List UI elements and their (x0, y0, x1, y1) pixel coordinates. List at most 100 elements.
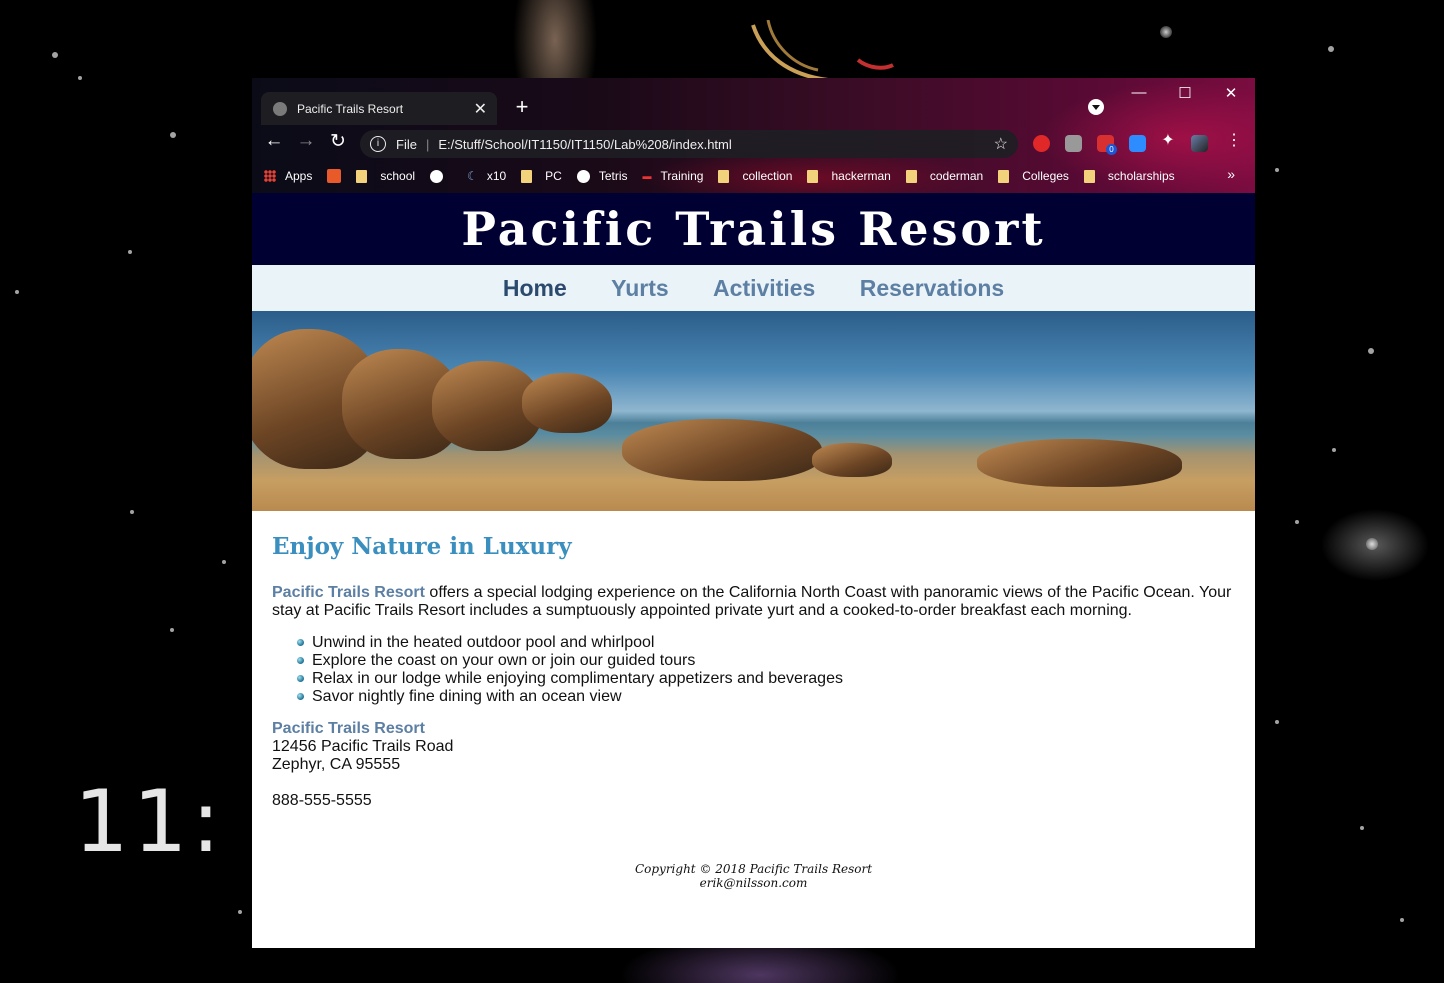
hero-image (252, 311, 1255, 511)
star (1368, 348, 1374, 354)
main-content: Enjoy Nature in Luxury Pacific Trails Re… (252, 511, 1255, 890)
star (52, 52, 58, 58)
bookmark-x10[interactable]: ☾ x10 (467, 169, 506, 183)
browser-chrome: Pacific Trails Resort ✕ + — ☐ ✕ ← → ↻ i … (252, 78, 1255, 193)
hero-rock (522, 373, 612, 433)
training-favicon-icon: ▬ (642, 171, 652, 181)
nav-reservations[interactable]: Reservations (860, 275, 1004, 301)
page-footer: Copyright © 2018 Pacific Trails Resort e… (272, 862, 1235, 890)
bookmark-training[interactable]: ▬ Training (643, 169, 704, 183)
folder-icon (521, 169, 533, 183)
profile-avatar[interactable] (1191, 135, 1208, 152)
bookmark-school[interactable]: school (356, 169, 415, 183)
folder-icon (718, 169, 730, 183)
moon-icon: ☾ (467, 169, 478, 183)
tab-search-icon[interactable] (1088, 99, 1104, 115)
nav-home[interactable]: Home (503, 275, 567, 301)
star (1275, 720, 1279, 724)
bookmark-icon-only[interactable] (327, 169, 342, 183)
address-bar[interactable]: i File | E:/Stuff/School/IT1150/IT1150/L… (360, 130, 1018, 158)
site-header: Pacific Trails Resort (252, 193, 1255, 265)
star (222, 560, 226, 564)
globe-icon (576, 169, 590, 183)
extensions-puzzle-icon[interactable]: ✦ (1155, 130, 1181, 150)
star (1275, 168, 1279, 172)
folder-icon (356, 169, 368, 183)
star (15, 290, 19, 294)
bookmark-globe[interactable] (430, 169, 452, 183)
star (128, 250, 132, 254)
footer-copyright: Copyright © 2018 Pacific Trails Resort (634, 862, 873, 876)
hero-rock (812, 443, 892, 477)
bookmarks-bar: Apps school ☾ x10 PC Tetris ▬ Training col… (264, 162, 1190, 190)
tab-title: Pacific Trails Resort (297, 101, 404, 116)
close-tab-icon[interactable]: ✕ (474, 99, 487, 119)
globe-icon (273, 101, 287, 116)
bookmark-scholarships[interactable]: scholarships (1083, 169, 1175, 183)
adblock-extension-icon[interactable] (1033, 135, 1050, 152)
list-item: Unwind in the heated outdoor pool and wh… (297, 634, 1235, 652)
site-nav: Home Yurts Activities Reservations (252, 265, 1255, 311)
bookmark-colleges[interactable]: Colleges (998, 169, 1069, 183)
star (1160, 26, 1172, 38)
page-heading: Enjoy Nature in Luxury (272, 533, 572, 560)
contact-address: Pacific Trails Resort 12456 Pacific Trai… (272, 720, 1235, 810)
back-icon[interactable]: ← (261, 130, 287, 152)
info-icon[interactable]: i (370, 136, 386, 152)
address-separator: | (425, 136, 430, 152)
hero-rock (622, 419, 822, 481)
star (78, 76, 82, 80)
apps-grid-icon (264, 170, 276, 182)
folder-icon (807, 169, 819, 183)
forward-icon[interactable]: → (293, 130, 319, 152)
list-item: Savor nightly fine dining with an ocean … (297, 688, 1235, 706)
bookmark-hackerman[interactable]: hackerman (807, 169, 891, 183)
contact-city: Zephyr, CA 95555 (272, 756, 401, 773)
contact-phone: 888-555-5555 (272, 792, 372, 809)
desktop-clock: 11: (74, 772, 225, 872)
zoom-extension-icon[interactable] (1129, 135, 1146, 152)
bookmark-apps[interactable]: Apps (264, 169, 312, 183)
list-item: Explore the coast on your own or join ou… (297, 652, 1235, 670)
menu-kebab-icon[interactable]: ⋮ (1221, 130, 1247, 150)
folder-icon (905, 169, 917, 183)
nav-yurts[interactable]: Yurts (611, 275, 669, 301)
nav-activities[interactable]: Activities (713, 275, 815, 301)
hero-rock (977, 439, 1182, 487)
site-favicon-icon (327, 169, 342, 183)
star (130, 510, 134, 514)
browser-tab[interactable]: Pacific Trails Resort ✕ (261, 92, 497, 125)
brand-name: Pacific Trails Resort (272, 584, 425, 601)
star (1400, 918, 1404, 922)
reload-icon[interactable]: ↻ (325, 130, 351, 153)
maximize-icon[interactable]: ☐ (1162, 84, 1208, 102)
bookmark-pc[interactable]: PC (521, 169, 562, 183)
intro-paragraph: Pacific Trails Resort offers a special l… (272, 584, 1235, 620)
web-page: Pacific Trails Resort Home Yurts Activit… (252, 193, 1255, 948)
star (1360, 826, 1364, 830)
bookmark-coderman[interactable]: coderman (905, 169, 983, 183)
extension-icon[interactable] (1065, 135, 1082, 152)
star (1332, 448, 1336, 452)
bookmark-star-icon[interactable]: ☆ (994, 134, 1008, 154)
extension-with-badge-icon[interactable]: 0 (1097, 135, 1117, 155)
star (170, 132, 176, 138)
list-item: Relax in our lodge while enjoying compli… (297, 670, 1235, 688)
star (238, 910, 242, 914)
minimize-icon[interactable]: — (1116, 84, 1162, 101)
star (1295, 520, 1299, 524)
globe-icon (430, 169, 444, 183)
footer-email[interactable]: erik@nilsson.com (272, 876, 1235, 890)
bookmarks-overflow-icon[interactable]: » (1227, 166, 1235, 182)
new-tab-button[interactable]: + (510, 95, 534, 119)
bookmark-tetris[interactable]: Tetris (576, 169, 628, 183)
url-text[interactable]: E:/Stuff/School/IT1150/IT1150/Lab%208/in… (438, 137, 731, 152)
contact-street: 12456 Pacific Trails Road (272, 738, 454, 755)
star (1328, 46, 1334, 52)
bookmark-collection[interactable]: collection (718, 169, 792, 183)
browser-window: Pacific Trails Resort ✕ + — ☐ ✕ ← → ↻ i … (252, 78, 1255, 948)
protocol-label: File (396, 136, 417, 152)
folder-icon (998, 169, 1010, 183)
close-window-icon[interactable]: ✕ (1208, 84, 1254, 102)
features-list: Unwind in the heated outdoor pool and wh… (272, 634, 1235, 706)
